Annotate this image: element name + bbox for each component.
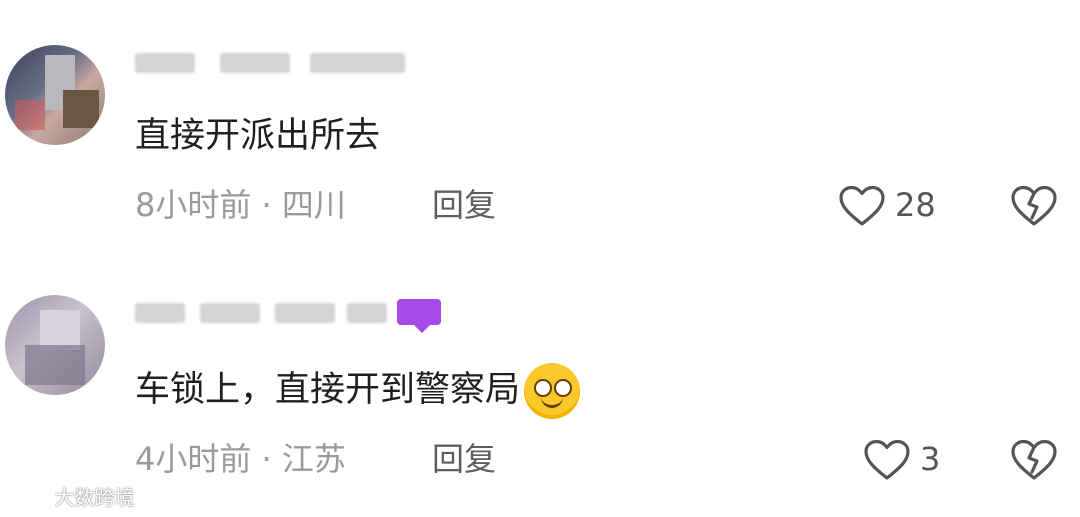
time-location: 4小时前 · 江苏 (135, 440, 346, 478)
avatar[interactable] (5, 295, 105, 395)
username-blurred[interactable] (135, 45, 445, 79)
comment-item: 车锁上，直接开到警察局 4小时前 · 江苏 回复 3 (0, 262, 1080, 517)
reply-button[interactable]: 回复 (432, 185, 496, 225)
time-location: 8小时前 · 四川 (135, 186, 346, 224)
user-badge (397, 299, 441, 333)
broken-heart-icon[interactable] (1010, 185, 1058, 227)
watermark-text: 大数跨境 (54, 485, 135, 510)
username-blurred[interactable] (135, 295, 445, 333)
comment-item: 直接开派出所去 8小时前 · 四川 回复 28 (0, 0, 1080, 260)
comment-meta: 4小时前 · 江苏 回复 3 (135, 439, 1065, 481)
like-count: 3 (920, 440, 941, 478)
grinning-face-icon (524, 363, 581, 419)
comment-text: 车锁上，直接开到警察局 (135, 363, 581, 419)
avatar[interactable] (5, 45, 105, 145)
like-count: 28 (895, 186, 936, 224)
heart-outline-icon[interactable] (863, 439, 911, 481)
watermark-logo-icon (10, 489, 45, 506)
reply-button[interactable]: 回复 (432, 439, 496, 479)
comment-text: 直接开派出所去 (135, 116, 381, 156)
comment-meta: 8小时前 · 四川 回复 28 (135, 185, 1065, 227)
heart-outline-icon[interactable] (838, 185, 886, 227)
broken-heart-icon[interactable] (1010, 439, 1058, 481)
watermark: 大数跨境 (8, 482, 148, 510)
